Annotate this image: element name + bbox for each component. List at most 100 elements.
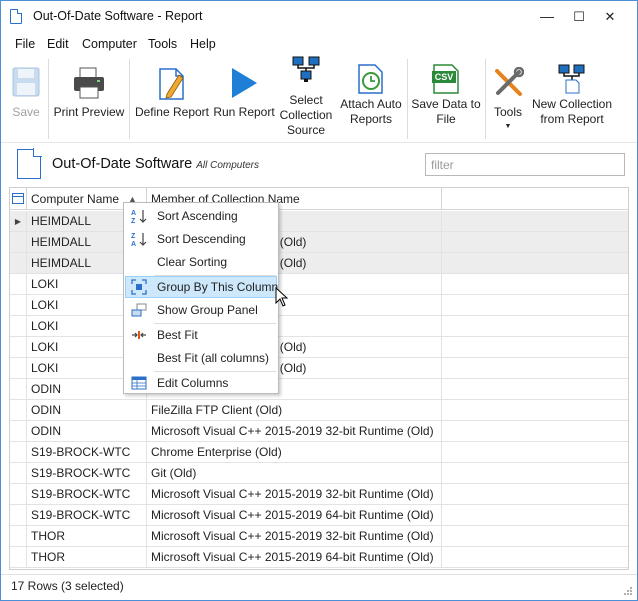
menu-item-group-by-this-column[interactable]: Group By This Column xyxy=(125,276,278,298)
print-preview-label: Print Preview xyxy=(53,105,125,119)
mouse-pointer-icon xyxy=(275,287,289,307)
cell-computer-name: ODIN xyxy=(27,421,147,442)
cell-computer-name: S19-BROCK-WTC xyxy=(27,442,147,463)
table-row[interactable]: THOR Microsoft Visual C++ 2015-2019 64-bi… xyxy=(10,547,628,568)
table-row[interactable]: THOR Microsoft Visual C++ 2015-2019 32-bi… xyxy=(10,526,628,547)
toolbar: Save Print Preview Define Report Run Rep… xyxy=(1,55,637,143)
menu-item-label: Show Group Panel xyxy=(157,303,258,317)
select-collection-source-button[interactable]: Select Collection Source xyxy=(277,43,335,137)
table-row[interactable]: LOKI xyxy=(10,295,628,316)
menu-help[interactable]: Help xyxy=(190,37,216,51)
table-row[interactable]: ▶ HEIMDALL xyxy=(10,211,628,232)
define-report-button[interactable]: Define Report xyxy=(132,55,212,143)
table-row[interactable]: HEIMDALL15-2019 64-bit Runtime (Old) xyxy=(10,253,628,274)
row-indicator xyxy=(10,316,27,337)
toolbar-separator xyxy=(48,59,49,139)
minimize-button[interactable]: — xyxy=(532,1,562,32)
report-window: Out-Of-Date Software - Report — ☐ ✕ File… xyxy=(0,0,638,601)
column-header-computer-name-label: Computer Name xyxy=(31,192,120,206)
title-bar: Out-Of-Date Software - Report — ☐ ✕ xyxy=(1,1,637,32)
cell-member-of-collection: Microsoft Visual C++ 2015-2019 64-bit Ru… xyxy=(147,547,442,568)
row-indicator xyxy=(10,274,27,295)
document-clock-icon xyxy=(358,64,383,94)
table-row[interactable]: LOKI15-2019 32-bit Runtime (Old) xyxy=(10,337,628,358)
row-indicator xyxy=(10,379,27,400)
grid-header: Computer Name ▲ Member of Collection Nam… xyxy=(10,188,628,210)
save-data-to-file-label: Save Data to File xyxy=(411,97,481,126)
cell-computer-name: S19-BROCK-WTC xyxy=(27,505,147,526)
table-row[interactable]: ODIN Microsoft Visual C++ 2015-2019 32-bi… xyxy=(10,421,628,442)
menu-item-label: Sort Descending xyxy=(157,232,246,246)
table-row[interactable]: S19-BROCK-WTC Microsoft Visual C++ 2015-2… xyxy=(10,505,628,526)
csv-badge-label: CSV xyxy=(434,72,454,82)
cell-member-of-collection: Git (Old) xyxy=(147,463,442,484)
column-chooser-button[interactable] xyxy=(10,188,27,210)
table-row[interactable]: HEIMDALL15-2019 32-bit Runtime (Old) xyxy=(10,232,628,253)
table-row[interactable]: LOKI15-2019 64-bit Runtime (Old) xyxy=(10,358,628,379)
table-row[interactable]: S19-BROCK-WTC Microsoft Visual C++ 2015-2… xyxy=(10,484,628,505)
print-preview-button[interactable]: Print Preview xyxy=(51,55,127,143)
table-row[interactable]: S19-BROCK-WTC Git (Old) xyxy=(10,463,628,484)
menu-item-show-group-panel[interactable]: Show Group Panel xyxy=(125,299,277,321)
menu-tools[interactable]: Tools xyxy=(148,37,177,51)
table-row[interactable]: ODIN xyxy=(10,379,628,400)
report-subtitle: All Computers xyxy=(196,160,260,171)
menu-item-label: Edit Columns xyxy=(157,376,229,390)
table-row[interactable]: LOKIvers) xyxy=(10,316,628,337)
table-row[interactable]: S19-BROCK-WTC Chrome Enterprise (Old) xyxy=(10,442,628,463)
tools-label: Tools xyxy=(493,105,522,119)
menu-item-sort-ascending[interactable]: A Z Sort Ascending xyxy=(125,205,277,227)
menu-file[interactable]: File xyxy=(15,37,35,51)
save-label: Save xyxy=(12,105,40,119)
close-button[interactable]: ✕ xyxy=(595,1,625,32)
tools-dropdown-button[interactable]: Tools ▼ xyxy=(488,55,528,143)
menu-item-sort-descending[interactable]: Z A Sort Descending xyxy=(125,228,277,250)
menu-computer[interactable]: Computer xyxy=(82,37,137,51)
menu-item-best-fit[interactable]: Best Fit xyxy=(125,324,277,346)
grid-layout-icon xyxy=(12,193,24,204)
group-by-column-icon xyxy=(131,279,147,295)
row-indicator xyxy=(10,253,27,274)
select-collection-source-label: Select Collection Source xyxy=(279,93,333,137)
row-indicator xyxy=(10,232,27,253)
table-row[interactable]: ODIN FileZilla FTP Client (Old) xyxy=(10,400,628,421)
new-collection-from-report-button[interactable]: New Collection from Report xyxy=(529,51,615,139)
menu-item-edit-columns[interactable]: Edit Columns xyxy=(125,372,277,394)
window-title: Out-Of-Date Software - Report xyxy=(33,9,203,23)
edit-columns-icon xyxy=(131,376,147,390)
row-indicator xyxy=(10,463,27,484)
row-indicator xyxy=(10,484,27,505)
filter-input[interactable] xyxy=(425,153,625,176)
menu-item-label: Best Fit (all columns) xyxy=(157,351,270,365)
printer-icon xyxy=(74,67,104,99)
report-title: Out-Of-Date Software All Computers xyxy=(52,156,259,172)
svg-text:Z: Z xyxy=(131,233,136,240)
table-row[interactable]: LOKI xyxy=(10,274,628,295)
maximize-button[interactable]: ☐ xyxy=(564,1,594,32)
row-indicator xyxy=(10,505,27,526)
row-indicator xyxy=(10,421,27,442)
svg-text:A: A xyxy=(131,210,136,217)
document-pencil-icon xyxy=(159,68,184,100)
network-document-icon xyxy=(558,64,585,94)
menu-item-label: Clear Sorting xyxy=(157,255,228,269)
menu-edit[interactable]: Edit xyxy=(47,37,69,51)
resize-grip-icon[interactable] xyxy=(623,586,633,596)
row-indicator xyxy=(10,526,27,547)
toolbar-separator xyxy=(485,59,486,139)
menu-item-best-fit-all-columns[interactable]: Best Fit (all columns) xyxy=(125,347,277,369)
cell-member-of-collection: Microsoft Visual C++ 2015-2019 32-bit Ru… xyxy=(147,484,442,505)
row-indicator xyxy=(10,547,27,568)
cell-member-of-collection: FileZilla FTP Client (Old) xyxy=(147,400,442,421)
new-collection-from-report-label: New Collection from Report xyxy=(531,97,613,126)
save-button[interactable]: Save xyxy=(5,55,47,143)
row-indicator xyxy=(10,337,27,358)
menu-item-clear-sorting[interactable]: Clear Sorting xyxy=(125,251,277,273)
menu-item-label: Sort Ascending xyxy=(157,209,238,223)
attach-auto-reports-button[interactable]: Attach Auto Reports xyxy=(335,51,407,139)
current-row-indicator-icon: ▶ xyxy=(10,211,27,232)
run-report-button[interactable]: Run Report xyxy=(212,55,276,143)
results-grid: Computer Name ▲ Member of Collection Nam… xyxy=(9,187,629,570)
save-data-to-file-button[interactable]: CSV Save Data to File xyxy=(409,51,483,139)
status-text: 17 Rows (3 selected) xyxy=(11,579,124,593)
